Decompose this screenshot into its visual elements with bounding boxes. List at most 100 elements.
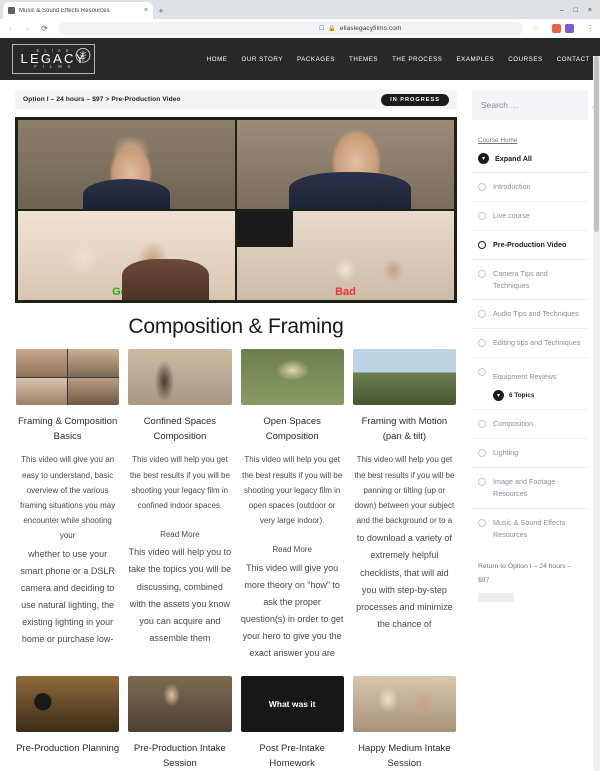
read-more-link[interactable]: Read More: [128, 527, 231, 542]
site-logo[interactable]: E L I A S LEGACY F I L M S: [12, 44, 95, 74]
nav-item-our-story[interactable]: OUR STORY: [241, 56, 283, 63]
bookmark-icon[interactable]: ☆: [531, 24, 540, 33]
sidebar-item-equipment-reviews[interactable]: Equipment Reviews ▾ 6 Topics: [472, 358, 588, 411]
sidebar-item-label: Composition: [493, 419, 533, 429]
reload-icon[interactable]: ⟳: [40, 24, 49, 33]
nav-item-courses[interactable]: COURSES: [508, 56, 542, 63]
status-circle-icon: [478, 211, 486, 220]
video-cell: Bad: [237, 120, 454, 209]
tab-title: Music & Sound Effects Resources: [19, 7, 110, 14]
card-body: This video will help you get the best re…: [354, 455, 455, 526]
course-home-link[interactable]: Course Home: [472, 137, 588, 144]
card-title: Framing with Motion (pan & tilt): [361, 416, 448, 442]
card-thumbnail[interactable]: [16, 676, 120, 733]
status-circle-icon: [478, 449, 486, 457]
video-label-good: Good: [112, 195, 141, 207]
favicon-icon: [8, 7, 15, 14]
lock-icon: 🔒: [328, 26, 336, 32]
extension-icon-1[interactable]: [552, 24, 561, 33]
sidebar-item-label: Live course: [493, 210, 530, 220]
sidebar-item-label: Equipment Reviews: [493, 372, 557, 382]
scrollbar-thumb[interactable]: [594, 56, 599, 232]
nav-item-home[interactable]: HOME: [207, 56, 228, 63]
nav-item-the-process[interactable]: THE PROCESS: [392, 56, 442, 63]
site-header: E L I A S LEGACY F I L M S HOME OUR STOR…: [0, 38, 600, 80]
video-label-bad: Bad: [335, 195, 356, 207]
card-title: Post Pre-Intake Homework: [259, 743, 325, 769]
course-card-grid-bottom: Pre-Production Planning Pre-Production I…: [12, 676, 460, 771]
card-thumbnail[interactable]: [128, 349, 232, 405]
nav-item-packages[interactable]: PACKAGES: [297, 56, 335, 63]
search-input[interactable]: [481, 100, 592, 110]
page-scrollbar[interactable]: [593, 56, 600, 771]
sidebar-item-label: Introduction: [493, 182, 531, 191]
nav-item-contact[interactable]: CONTACT: [557, 56, 590, 63]
search-box[interactable]: ⌕: [472, 90, 597, 120]
screenshot-root: Music & Sound Effects Resources × + – □ …: [0, 0, 600, 771]
url-text: eliaslegacyfilms.com: [339, 25, 402, 32]
course-card[interactable]: Happy Medium Intake Session: [352, 676, 456, 771]
browser-tab[interactable]: Music & Sound Effects Resources ×: [3, 2, 153, 19]
course-card[interactable]: Pre-Production Intake Session: [128, 676, 232, 771]
status-circle-icon: [478, 240, 486, 249]
card-thumbnail[interactable]: What was it: [240, 676, 344, 733]
chevron-down-icon: ▾: [478, 153, 489, 164]
minimize-icon[interactable]: –: [560, 7, 564, 14]
sidebar-item-label: Pre-Production Video: [493, 239, 567, 249]
card-thumbnail[interactable]: [240, 349, 344, 405]
video-player[interactable]: Good Bad Good Bad: [15, 117, 457, 303]
status-circle-icon: [478, 420, 486, 429]
return-to-course-link[interactable]: Return to Option I – 24 hours – $97: [472, 548, 588, 587]
card-thumbnail[interactable]: [128, 676, 232, 733]
sidebar-item-lighting[interactable]: Lighting: [472, 439, 588, 468]
window-close-icon[interactable]: ×: [588, 7, 592, 14]
close-icon[interactable]: ×: [144, 7, 148, 14]
course-card[interactable]: Pre-Production Planning: [16, 676, 120, 771]
breadcrumb: Option I – 24 hours – $97 > Pre-Producti…: [15, 90, 457, 109]
maximize-icon[interactable]: □: [574, 7, 578, 14]
video-cell: Bad: [237, 211, 454, 300]
course-card[interactable]: Framing with Motion (pan & tilt) This vi…: [352, 349, 456, 662]
sidebar-item-image-footage-resources[interactable]: Image and Footage Resources: [472, 468, 588, 509]
sidebar-item-audio-tips[interactable]: Audio Tips and Techniques: [472, 300, 588, 330]
back-icon[interactable]: ‹: [6, 24, 15, 33]
thumbnail-overlay-text: What was it: [268, 699, 316, 710]
card-thumbnail[interactable]: [352, 349, 456, 405]
video-label-good: Good: [112, 286, 141, 298]
extension-icon-2[interactable]: [565, 24, 574, 33]
sidebar-item-camera-tips[interactable]: Camera Tips and Techniques: [472, 260, 588, 301]
topics-toggle[interactable]: ▾ 6 Topics: [493, 390, 557, 402]
sidebar-item-composition[interactable]: Composition: [472, 410, 588, 439]
card-body-continued: This video will give you more theory on …: [240, 562, 344, 659]
sidebar-item-editing-tips[interactable]: Editing tips and Techniques: [472, 329, 588, 359]
nav-item-themes[interactable]: THEMES: [349, 56, 378, 63]
browser-menu-icon[interactable]: ⋮: [582, 24, 594, 33]
extension-icons: [548, 24, 574, 33]
breadcrumb-text[interactable]: Option I – 24 hours – $97 > Pre-Producti…: [23, 96, 181, 103]
sidebar-item-live-course[interactable]: Live course: [472, 202, 588, 231]
nav-item-examples[interactable]: EXAMPLES: [456, 56, 494, 63]
sidebar-item-label: Image and Footage Resources: [493, 476, 556, 498]
video-label-bad: Bad: [335, 286, 356, 298]
course-card[interactable]: What was it Post Pre-Intake Homework: [240, 676, 344, 771]
card-title: Pre-Production Intake Session: [133, 743, 226, 769]
card-body: This video will give you an easy to unde…: [20, 455, 116, 541]
sidebar-item-introduction[interactable]: Introduction: [472, 173, 588, 202]
read-more-link[interactable]: Read More: [241, 542, 344, 557]
address-bar[interactable]: ☐ 🔒 eliaslegacyfilms.com: [59, 22, 523, 35]
new-tab-button[interactable]: +: [153, 3, 169, 19]
course-card[interactable]: Open Spaces Composition This video will …: [240, 349, 344, 662]
course-card[interactable]: Confined Spaces Composition This video w…: [128, 349, 232, 662]
sidebar-item-music-sound-resources[interactable]: Music & Sound Effects Resources: [472, 509, 588, 549]
sidebar-item-pre-production-video[interactable]: Pre-Production Video: [472, 231, 588, 260]
card-thumbnail[interactable]: [352, 676, 456, 733]
section-title: Composition & Framing: [128, 315, 344, 338]
status-circle-icon: [478, 310, 486, 319]
logo-top-text: E L I A S: [36, 47, 71, 53]
course-card[interactable]: Framing & Composition Basics This video …: [16, 349, 120, 662]
forward-icon[interactable]: ›: [23, 24, 32, 33]
page-info-icon[interactable]: ☐: [319, 25, 324, 32]
tree-icon: [75, 47, 91, 63]
card-thumbnail[interactable]: [16, 349, 120, 405]
expand-all-toggle[interactable]: ▾ Expand All: [472, 153, 588, 173]
